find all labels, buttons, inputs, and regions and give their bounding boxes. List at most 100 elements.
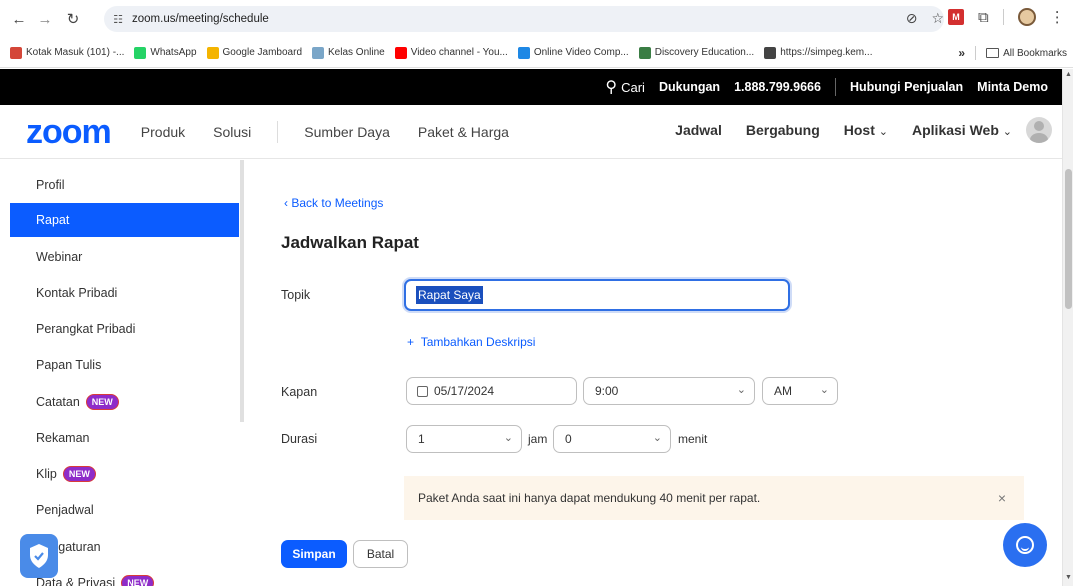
nav-link-resources[interactable]: Sumber Daya bbox=[304, 124, 390, 140]
support-link[interactable]: Dukungan bbox=[659, 80, 720, 94]
sidebar-item-label: Kontak Pribadi bbox=[36, 286, 118, 300]
chat-support-button[interactable] bbox=[1003, 523, 1047, 567]
url-text[interactable]: zoom.us/meeting/schedule bbox=[132, 13, 269, 25]
profile-avatar-icon[interactable] bbox=[1017, 8, 1036, 26]
phone-link[interactable]: 1.888.799.9666 bbox=[734, 80, 821, 94]
back-arrow-icon[interactable]: ← bbox=[8, 8, 30, 30]
bookmark-favicon-icon bbox=[394, 46, 407, 59]
sidebar-item-personal-devices[interactable]: Perangkat Pribadi bbox=[10, 312, 239, 346]
sidebar-item-clips[interactable]: Klip NEW bbox=[10, 457, 239, 491]
bookmark-item[interactable]: Google Jamboard bbox=[206, 46, 303, 59]
bookmark-item[interactable]: https://simpeg.kem... bbox=[764, 46, 872, 59]
bookmark-label: Kelas Online bbox=[328, 47, 385, 58]
page-scrollbar[interactable]: ▲ ▼ bbox=[1062, 69, 1073, 586]
all-bookmarks-button[interactable]: All Bookmarks bbox=[986, 48, 1067, 59]
sidebar-item-whiteboards[interactable]: Papan Tulis bbox=[10, 348, 239, 382]
bookmark-label: Online Video Comp... bbox=[533, 47, 629, 58]
bookmark-star-icon[interactable]: ☆ bbox=[931, 10, 944, 27]
bookmark-item[interactable]: Video channel - You... bbox=[394, 46, 508, 59]
duration-label: Durasi bbox=[281, 432, 318, 446]
bookmark-item[interactable]: Online Video Comp... bbox=[517, 46, 629, 59]
more-bookmarks-button[interactable]: » bbox=[958, 46, 965, 60]
scroll-up-icon[interactable]: ▲ bbox=[1065, 71, 1072, 78]
scroll-down-icon[interactable]: ▼ bbox=[1065, 574, 1072, 581]
web-app-dropdown[interactable]: Aplikasi Web ⌄ bbox=[912, 122, 1012, 138]
folder-icon bbox=[986, 48, 1000, 58]
ampm-select[interactable]: AM ⌄ bbox=[762, 377, 838, 405]
join-link[interactable]: Bergabung bbox=[746, 122, 820, 138]
user-avatar[interactable] bbox=[1026, 117, 1052, 143]
eye-off-icon[interactable]: ⊘ bbox=[906, 10, 918, 27]
zoom-logo[interactable]: zoom bbox=[26, 115, 112, 149]
nav-link-products[interactable]: Produk bbox=[141, 124, 185, 140]
bookmark-label: Video channel - You... bbox=[410, 47, 508, 58]
add-description-link[interactable]: + Tambahkan Deskripsi bbox=[407, 335, 535, 349]
search-icon: ⚲ bbox=[605, 79, 618, 96]
duration-hours-select[interactable]: 1 ⌄ bbox=[406, 425, 522, 453]
bookmark-label: Discovery Education... bbox=[654, 47, 755, 58]
cancel-button[interactable]: Batal bbox=[353, 540, 408, 568]
bookmark-label: Google Jamboard bbox=[222, 47, 303, 58]
sidebar-item-meetings[interactable]: Rapat bbox=[10, 203, 239, 237]
nav-link-solutions[interactable]: Solusi bbox=[213, 124, 251, 140]
sidebar-item-recordings[interactable]: Rekaman bbox=[10, 421, 239, 455]
bookmark-item[interactable]: Discovery Education... bbox=[638, 46, 755, 59]
sidebar-item-personal-contacts[interactable]: Kontak Pribadi bbox=[10, 276, 239, 310]
add-description-label: Tambahkan Deskripsi bbox=[420, 335, 536, 349]
plan-limit-notice: Paket Anda saat ini hanya dapat mendukun… bbox=[404, 476, 1024, 520]
shield-extension-button[interactable] bbox=[20, 534, 58, 578]
forward-arrow-icon[interactable]: → bbox=[34, 8, 56, 30]
schedule-link[interactable]: Jadwal bbox=[675, 122, 722, 138]
time-value: 9:00 bbox=[595, 384, 619, 398]
sidebar-item-webinar[interactable]: Webinar bbox=[10, 240, 239, 274]
bookmark-item[interactable]: Kotak Masuk (101) -... bbox=[10, 46, 125, 59]
sidebar-item-label: Perangkat Pribadi bbox=[36, 322, 136, 336]
nav-link-pricing[interactable]: Paket & Harga bbox=[418, 124, 509, 140]
toolbar-divider bbox=[1002, 9, 1004, 25]
topic-input[interactable]: Rapat Saya bbox=[404, 279, 790, 311]
extensions-puzzle-icon[interactable]: ⧉ bbox=[978, 9, 989, 26]
bookmark-favicon-icon bbox=[638, 46, 651, 59]
bookmark-item[interactable]: Kelas Online bbox=[312, 46, 385, 59]
host-dropdown[interactable]: Host ⌄ bbox=[844, 122, 888, 138]
zoom-top-bar: ⚲ Cari Dukungan 1.888.799.9666 Hubungi P… bbox=[0, 69, 1062, 105]
zoom-main-nav: zoom Produk Solusi Sumber Daya Paket & H… bbox=[0, 105, 1062, 159]
notice-text: Paket Anda saat ini hanya dapat mendukun… bbox=[418, 491, 761, 505]
back-to-meetings-link[interactable]: ‹ Back to Meetings bbox=[284, 196, 383, 210]
sidebar-item-scheduler[interactable]: Penjadwal bbox=[10, 493, 239, 527]
search-label: Cari bbox=[621, 79, 645, 95]
duration-minutes-select[interactable]: 0 ⌄ bbox=[553, 425, 671, 453]
address-bar[interactable]: ☷ zoom.us/meeting/schedule ⊘ ☆ bbox=[104, 6, 944, 32]
reload-icon[interactable]: ↻ bbox=[62, 8, 84, 30]
minutes-unit: menit bbox=[678, 432, 708, 446]
contact-sales-link[interactable]: Hubungi Penjualan bbox=[850, 80, 963, 94]
date-picker[interactable]: 05/17/2024 bbox=[406, 377, 577, 405]
sidebar-item-notes[interactable]: Catatan NEW bbox=[10, 385, 239, 419]
sidebar-scrollbar[interactable] bbox=[240, 160, 244, 422]
extension-icon[interactable]: M bbox=[948, 9, 964, 25]
bookmark-item[interactable]: WhatsApp bbox=[134, 46, 197, 59]
bookmark-label: WhatsApp bbox=[150, 47, 197, 58]
ampm-value: AM bbox=[774, 384, 792, 398]
bookmark-label: Kotak Masuk (101) -... bbox=[26, 47, 125, 58]
topic-value: Rapat Saya bbox=[416, 286, 483, 304]
shield-check-icon bbox=[30, 544, 48, 568]
browser-menu-icon[interactable]: ⋮ bbox=[1050, 8, 1065, 26]
time-select[interactable]: 9:00 ⌄ bbox=[583, 377, 755, 405]
host-label: Host bbox=[843, 122, 875, 138]
bookmark-favicon-icon bbox=[312, 46, 325, 59]
chevron-down-icon: ⌄ bbox=[736, 384, 746, 396]
site-settings-icon[interactable]: ☷ bbox=[110, 12, 126, 26]
sidebar-item-profile[interactable]: Profil bbox=[10, 168, 239, 202]
sidebar-item-label: Rekaman bbox=[36, 431, 90, 445]
sidebar-item-label: Papan Tulis bbox=[36, 358, 102, 372]
request-demo-link[interactable]: Minta Demo bbox=[977, 80, 1048, 94]
scroll-thumb[interactable] bbox=[1065, 169, 1072, 309]
browser-toolbar: ← → ↻ ☷ zoom.us/meeting/schedule ⊘ ☆ M ⧉… bbox=[0, 0, 1073, 38]
close-icon[interactable]: × bbox=[998, 490, 1006, 506]
save-button[interactable]: Simpan bbox=[281, 540, 347, 568]
search-button[interactable]: ⚲ Cari bbox=[605, 77, 645, 97]
new-badge: NEW bbox=[85, 394, 119, 410]
sidebar-item-label: Rapat bbox=[36, 213, 70, 227]
sidebar-item-label: Klip bbox=[36, 467, 57, 481]
